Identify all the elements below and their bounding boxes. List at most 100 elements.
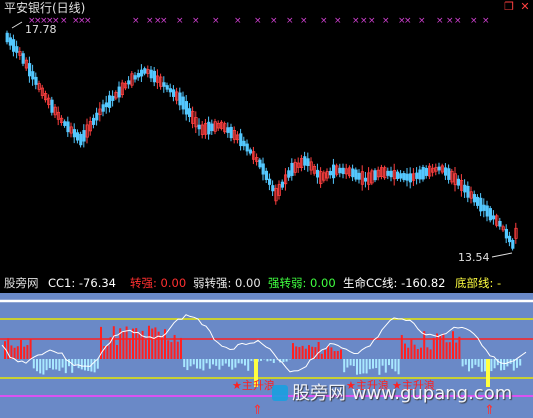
candle-body bbox=[354, 169, 358, 180]
indicator-bar bbox=[359, 359, 362, 375]
indicator-bar bbox=[247, 359, 250, 371]
indicator-bar bbox=[218, 359, 221, 370]
top-marker: × bbox=[132, 16, 140, 26]
close-icon[interactable]: ✕ bbox=[519, 1, 531, 13]
indicator-bar bbox=[308, 345, 310, 359]
indicator-bar bbox=[32, 359, 35, 369]
indicator-bar bbox=[439, 335, 442, 359]
indicator-bar bbox=[394, 359, 397, 372]
indicator-bar bbox=[29, 339, 32, 359]
indicator-bar bbox=[340, 349, 342, 359]
indicator-header: 股旁网 CC1: -76.34 转强: 0.00 弱转强: 0.00 强转弱: … bbox=[0, 275, 533, 291]
indicator-bar bbox=[448, 342, 451, 359]
restore-icon[interactable]: ❐ bbox=[503, 1, 515, 13]
indicator-bar bbox=[64, 359, 67, 374]
indicator-bar bbox=[292, 343, 294, 359]
candle-body bbox=[482, 204, 486, 211]
indicator-bar bbox=[362, 359, 365, 374]
indicator-bar bbox=[96, 359, 99, 369]
indicator-bar bbox=[474, 359, 477, 365]
indicator-bar bbox=[445, 342, 448, 359]
indicator-bar bbox=[231, 359, 234, 370]
candle-body bbox=[239, 133, 243, 147]
indicator-bar bbox=[170, 342, 173, 359]
candle-body bbox=[443, 167, 448, 176]
indicator-bar bbox=[378, 359, 381, 375]
indicator-bar bbox=[192, 359, 195, 365]
indicator-bar bbox=[317, 341, 320, 359]
top-marker: × bbox=[254, 16, 262, 26]
indicator-bar bbox=[493, 359, 496, 369]
indicator-bar bbox=[282, 359, 285, 363]
top-marker: × bbox=[470, 16, 478, 26]
indicator-bar bbox=[52, 359, 54, 370]
candle-body bbox=[303, 156, 307, 166]
up-arrow-icon: ⇑ bbox=[252, 403, 263, 418]
indicator-bar bbox=[336, 350, 339, 359]
indicator-bar bbox=[490, 359, 493, 372]
indicator-bar bbox=[436, 333, 438, 359]
candle-body bbox=[488, 208, 493, 221]
candle-body bbox=[389, 170, 393, 178]
indicator-bar bbox=[384, 359, 387, 373]
indicator-bar bbox=[391, 359, 394, 369]
candle-body bbox=[111, 95, 115, 101]
indicator-bar bbox=[349, 359, 352, 366]
qzr-value: 强转弱: 0.00 bbox=[268, 276, 336, 290]
candle-body bbox=[341, 167, 345, 175]
indicator-bar bbox=[244, 359, 246, 366]
candle-body bbox=[76, 132, 80, 141]
indicator-bar bbox=[205, 359, 208, 364]
indicator-bar bbox=[176, 341, 179, 359]
candle-body bbox=[498, 220, 502, 227]
indicator-bar bbox=[228, 359, 230, 367]
indicator-bar bbox=[42, 359, 45, 375]
top-marker: × bbox=[352, 16, 360, 26]
indicator-bar bbox=[23, 346, 26, 359]
indicator-bar bbox=[87, 359, 90, 371]
candle-body bbox=[63, 121, 67, 126]
indicator-bar bbox=[202, 359, 205, 371]
candle-body bbox=[143, 68, 147, 74]
candle-body bbox=[181, 96, 185, 110]
candle-body bbox=[104, 102, 108, 108]
candle-body bbox=[152, 70, 156, 83]
top-marker: × bbox=[482, 16, 490, 26]
candle-body bbox=[447, 168, 451, 180]
indicator-bar bbox=[240, 359, 243, 364]
indicator-bar bbox=[10, 345, 13, 359]
candle-body bbox=[357, 172, 361, 180]
indicator-bar bbox=[426, 347, 429, 359]
indicator-bar bbox=[138, 332, 141, 359]
top-marker: × bbox=[418, 16, 426, 26]
cc1-value: CC1: -76.34 bbox=[48, 276, 116, 290]
candle-body bbox=[271, 185, 275, 192]
indicator-bar bbox=[36, 359, 38, 372]
indicator-bar bbox=[13, 347, 16, 359]
candle-body bbox=[117, 86, 121, 98]
indicator-bar bbox=[160, 335, 163, 359]
candle-body bbox=[264, 170, 269, 180]
indicator-bar bbox=[388, 359, 390, 366]
candle-body bbox=[466, 185, 470, 198]
candle-body bbox=[226, 127, 230, 133]
indicator-bar bbox=[484, 359, 486, 372]
top-marker: × bbox=[300, 16, 308, 26]
low-arrow bbox=[491, 252, 513, 258]
indicator-bar bbox=[301, 345, 304, 359]
indicator-bar bbox=[154, 327, 157, 359]
candle-body bbox=[363, 177, 368, 182]
indicator-bar bbox=[58, 359, 61, 371]
price-chart-panel[interactable]: × × × × × × × × × × × × × × × × × × × × × × × × × × × × × × × × × × × 17.78… bbox=[0, 0, 533, 268]
candle-body bbox=[402, 173, 406, 181]
candle-body bbox=[418, 169, 422, 180]
indicator-bar bbox=[84, 359, 86, 371]
candle-body bbox=[50, 99, 54, 113]
indicator-bar bbox=[237, 359, 240, 364]
candle-body bbox=[479, 197, 483, 212]
candle-body bbox=[82, 130, 86, 142]
indicator-bar bbox=[452, 331, 454, 359]
candle-body bbox=[267, 178, 272, 185]
watermark-text: 股旁网 www.gupang.com bbox=[292, 383, 513, 404]
candle-body bbox=[408, 173, 413, 183]
